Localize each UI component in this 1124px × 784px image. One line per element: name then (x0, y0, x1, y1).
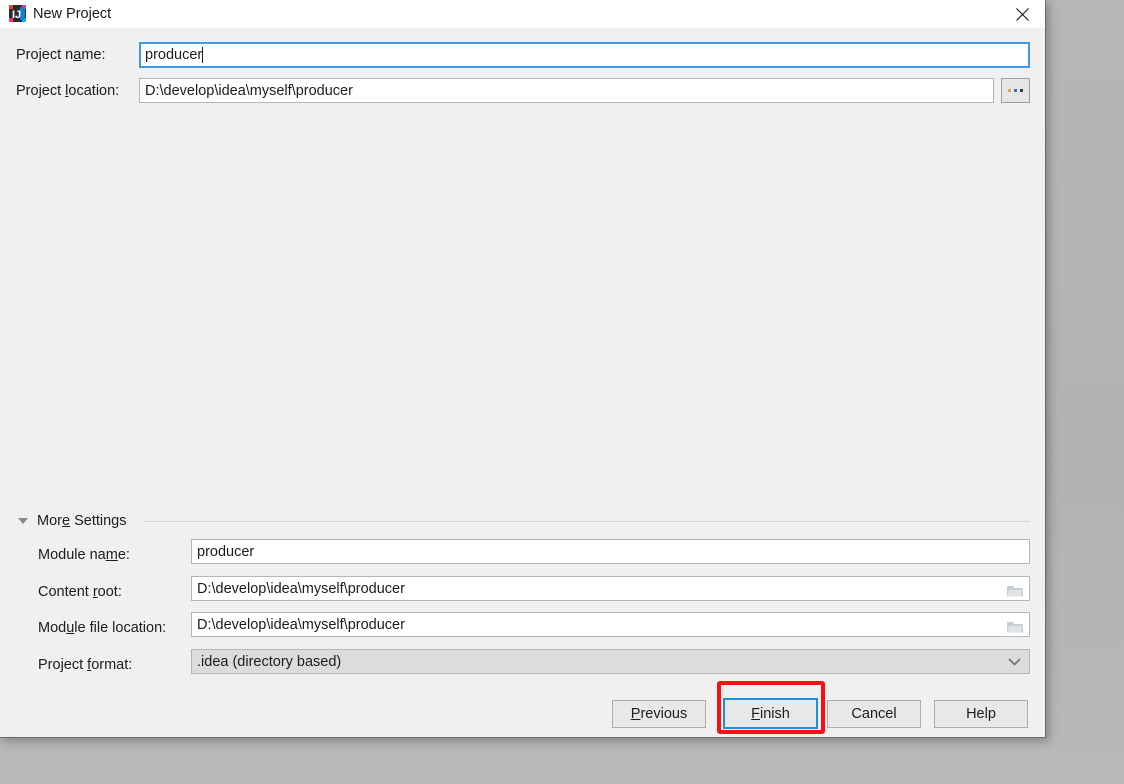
dialog-body: Project name: producer Project location:… (0, 28, 1045, 737)
project-format-select[interactable]: .idea (directory based) (191, 649, 1030, 674)
project-name-label: Project name: (16, 47, 106, 63)
previous-button[interactable]: Previous (612, 700, 706, 728)
project-location-value: D:\develop\idea\myself\producer (145, 82, 353, 99)
content-root-label: Content root: (38, 584, 122, 600)
chevron-down-icon (18, 518, 28, 524)
content-root-input[interactable]: D:\develop\idea\myself\producer (191, 576, 1030, 601)
svg-text:IJ: IJ (12, 9, 21, 21)
module-name-value: producer (197, 543, 255, 560)
help-button-label: Help (966, 706, 996, 722)
project-format-value: .idea (directory based) (197, 653, 342, 670)
help-button[interactable]: Help (934, 700, 1028, 728)
project-format-label: Project format: (38, 657, 133, 673)
project-name-value: producer (145, 47, 203, 63)
module-file-location-input[interactable]: D:\develop\idea\myself\producer (191, 612, 1030, 637)
chevron-down-icon[interactable] (1008, 654, 1021, 670)
text-caret (202, 47, 204, 63)
content-root-value: D:\develop\idea\myself\producer (197, 580, 405, 597)
new-project-dialog: IJ New Project Project name: producer Pr… (0, 0, 1046, 738)
dialog-title: New Project (33, 6, 112, 22)
module-name-input[interactable]: producer (191, 539, 1030, 564)
dialog-titlebar: IJ New Project (0, 0, 1045, 28)
project-name-input[interactable]: producer (139, 42, 1030, 68)
module-file-location-value: D:\develop\idea\myself\producer (197, 616, 405, 633)
folder-icon[interactable] (1007, 582, 1023, 596)
intellij-idea-icon: IJ (9, 5, 26, 22)
project-location-browse-button[interactable] (1001, 78, 1030, 103)
more-settings-toggle[interactable]: More Settings (18, 513, 126, 529)
previous-button-label: Previous (630, 706, 688, 722)
project-location-label: Project location: (16, 83, 120, 99)
project-location-input[interactable]: D:\develop\idea\myself\producer (139, 78, 994, 103)
finish-button[interactable]: Finish (723, 698, 818, 729)
ellipsis-dot-2 (1014, 89, 1017, 92)
cancel-button[interactable]: Cancel (827, 700, 921, 728)
more-settings-label: More Settings (37, 513, 127, 529)
folder-icon[interactable] (1007, 618, 1023, 632)
cancel-button-label: Cancel (851, 706, 897, 722)
close-icon[interactable] (999, 0, 1045, 28)
ellipsis-dot-3 (1020, 89, 1023, 92)
ellipsis-dot-1 (1008, 89, 1011, 92)
section-divider (143, 521, 1030, 522)
finish-button-label: Finish (751, 705, 790, 722)
module-name-label: Module name: (38, 547, 130, 563)
module-file-location-label: Module file location: (38, 620, 167, 636)
